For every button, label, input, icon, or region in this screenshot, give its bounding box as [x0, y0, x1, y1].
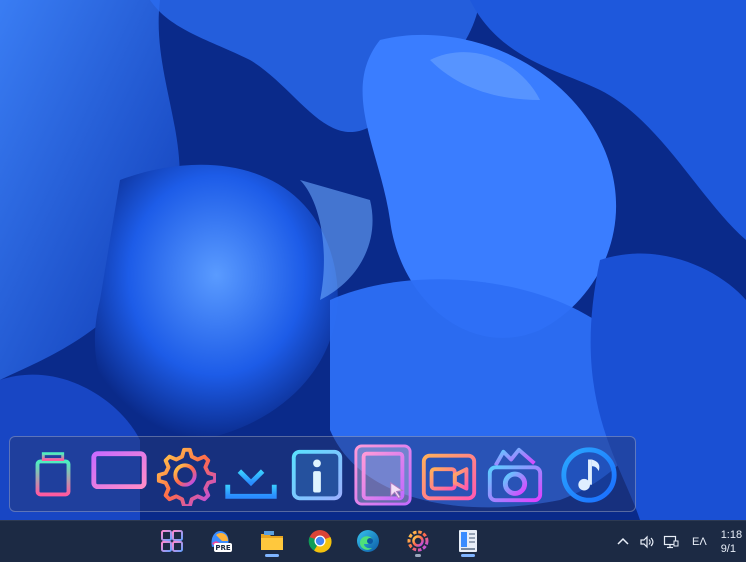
tray-time: 1:18 — [720, 528, 743, 541]
taskbar-copilot-button[interactable]: PRE — [202, 524, 238, 558]
music-note-icon — [561, 447, 617, 503]
folder-icon — [261, 531, 283, 550]
copilot-badge-text: PRE — [215, 544, 231, 552]
video-camera-icon — [421, 453, 477, 501]
panel-app-icon — [459, 530, 477, 552]
dock-item-videos[interactable] — [416, 437, 482, 513]
system-tray: ΕΛ 1:18 9/1 — [612, 521, 742, 562]
tray-language[interactable]: ΕΛ — [692, 536, 707, 548]
taskbar-start-button[interactable] — [154, 524, 190, 558]
desktop[interactable] — [0, 0, 746, 520]
taskbar-app-button[interactable] — [450, 524, 486, 558]
monitor-icon — [91, 451, 147, 501]
taskbar-file-explorer-button[interactable] — [254, 524, 290, 558]
trash-icon — [35, 452, 71, 497]
dock-bar — [9, 436, 636, 512]
windows-start-icon — [161, 530, 183, 552]
gear-icon — [407, 530, 429, 552]
speaker-icon — [640, 535, 654, 548]
chrome-icon — [308, 530, 332, 553]
tray-clock[interactable]: 1:18 9/1 — [721, 528, 742, 556]
dock-item-music[interactable] — [556, 437, 622, 513]
tray-network[interactable] — [660, 531, 682, 553]
network-monitor-icon — [663, 535, 679, 548]
tray-overflow-chevron[interactable] — [612, 531, 634, 553]
chevron-up-icon — [617, 537, 629, 545]
dock-item-downloads[interactable] — [218, 437, 284, 513]
taskbar-edge-button[interactable] — [350, 524, 386, 558]
taskbar-chrome-button[interactable] — [302, 524, 338, 558]
dock-item-info[interactable] — [284, 437, 350, 513]
taskbar: PRE ΕΛ 1:18 9/1 — [0, 520, 746, 562]
tray-volume[interactable] — [636, 531, 658, 553]
download-icon — [225, 451, 277, 499]
copilot-icon: PRE — [211, 531, 232, 552]
taskbar-settings-button[interactable] — [400, 524, 436, 558]
document-icon — [354, 444, 412, 506]
dock-item-settings[interactable] — [152, 437, 218, 513]
gear-icon — [156, 447, 216, 506]
dock-item-this-pc[interactable] — [86, 437, 152, 513]
info-icon — [291, 449, 343, 501]
dock-item-pictures[interactable] — [482, 437, 548, 513]
tray-date: 9/1 — [720, 542, 736, 555]
photo-camera-icon — [487, 447, 543, 503]
edge-icon — [357, 530, 379, 552]
dock-item-documents[interactable] — [350, 437, 416, 513]
dock-item-recycle-bin[interactable] — [20, 437, 86, 513]
